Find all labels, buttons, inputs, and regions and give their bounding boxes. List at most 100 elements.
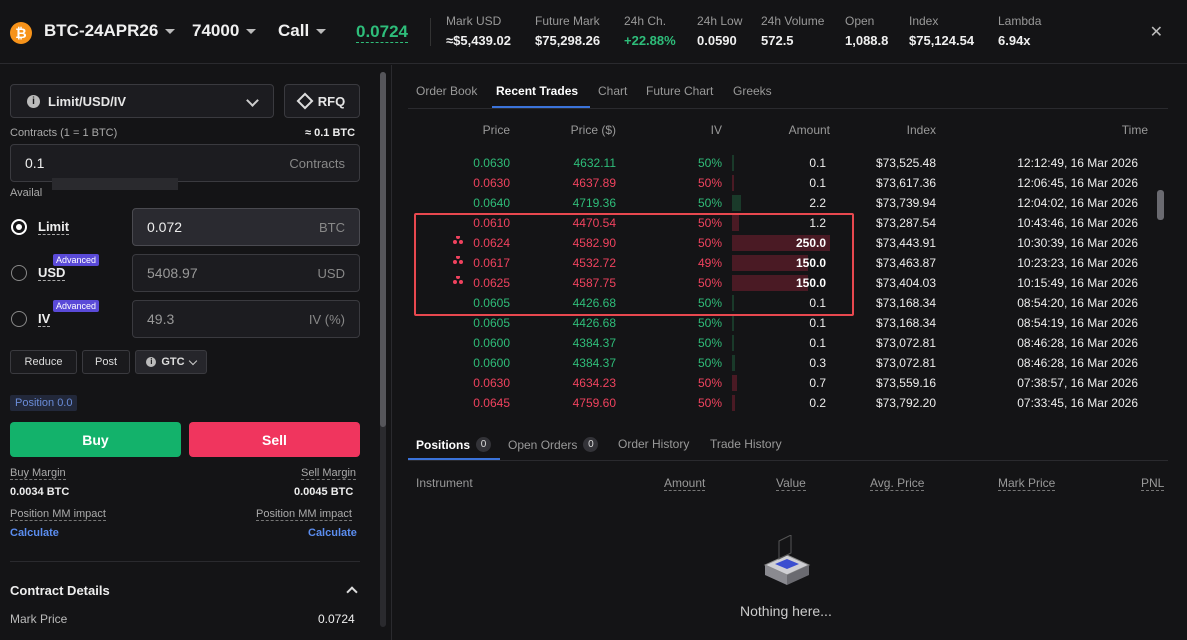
position-badge: Position 0.0 (10, 395, 78, 411)
trade-row[interactable]: 0.0600 4384.37 50% 0.1 $73,072.81 08:46:28, 1… (408, 333, 1158, 353)
time-cell: 12:04:02, 16 Mar 2026 (1017, 196, 1138, 210)
iv-cell: 50% (697, 336, 722, 350)
strike-select[interactable]: 74000 (192, 21, 257, 41)
trade-row[interactable]: 0.0630 4634.23 50% 0.7 $73,559.16 07:38:57, 1… (408, 373, 1158, 393)
limit-price-input[interactable]: 0.072 BTC (132, 208, 360, 246)
price-cell: 0.0600 (473, 356, 510, 370)
left-scrollbar-thumb[interactable] (380, 72, 386, 427)
time-cell: 07:33:45, 16 Mar 2026 (1017, 396, 1138, 410)
trades-tabs: Order Book Recent Trades Chart Future Chart… (408, 80, 1168, 109)
contracts-approx: ≈ 0.1 BTC (305, 127, 356, 139)
left-scrollbar[interactable] (380, 72, 386, 627)
stat-future-mark: Future Mark $75,298.26 (535, 14, 600, 48)
tif-select[interactable]: i GTC (135, 350, 207, 374)
positions-header-pnl: PNL (1141, 476, 1165, 491)
tab-count-badge: 0 (476, 437, 492, 452)
buy-mm-impact-label: Position MM impact (10, 508, 106, 521)
chevron-up-icon[interactable] (346, 586, 358, 598)
empty-message: Nothing here... (740, 603, 832, 619)
positions-header-instrument: Instrument (416, 476, 473, 490)
stat-label: Future Mark (535, 14, 600, 28)
stat-24h-volume: 24h Volume 572.5 (761, 14, 824, 48)
usd-label: USD (38, 265, 66, 281)
instrument-select[interactable]: BTC-24APR26 (44, 21, 176, 41)
rfq-button[interactable]: RFQ (284, 84, 360, 118)
usd-value: 5408.97 (147, 265, 198, 281)
side-label: Call (278, 21, 310, 40)
stat-label: 24h Low (697, 14, 743, 28)
time-cell: 07:38:57, 16 Mar 2026 (1017, 376, 1138, 390)
price-cell: 0.0645 (473, 396, 510, 410)
trade-row[interactable]: 0.0605 4426.68 50% 0.1 $73,168.34 08:54:19, 1… (408, 313, 1158, 333)
limit-radio[interactable] (11, 219, 27, 235)
tab-trade-history[interactable]: Trade History (710, 437, 782, 451)
positions-header-amount: Amount (664, 476, 706, 491)
empty-box-icon (763, 535, 811, 585)
rfq-label: RFQ (317, 93, 346, 109)
sell-button[interactable]: Sell (189, 422, 360, 457)
strike-label: 74000 (192, 21, 240, 40)
tab-open-orders[interactable]: Open Orders 0 (508, 437, 599, 452)
trades-scrollbar[interactable] (1157, 190, 1164, 220)
tab-label: Trade History (710, 437, 782, 451)
side-select[interactable]: Call (278, 21, 327, 41)
contract-details-title: Contract Details (10, 583, 110, 598)
tab-chart[interactable]: Chart (598, 84, 627, 98)
stat-value: 572.5 (761, 33, 794, 48)
stat-24h-low: 24h Low 0.0590 (697, 14, 742, 48)
caret-down-icon (165, 28, 176, 34)
stat-value: 6.94x (998, 33, 1031, 48)
contracts-input[interactable]: 0.1 Contracts (10, 144, 360, 182)
iv-cell: 50% (697, 376, 722, 390)
tab-future-chart[interactable]: Future Chart (646, 84, 713, 98)
stat-value: +22.88% (624, 33, 676, 48)
highlight-box (414, 213, 854, 316)
post-toggle[interactable]: Post (82, 350, 130, 374)
time-cell: 10:43:46, 16 Mar 2026 (1017, 216, 1138, 230)
cube-icon (296, 92, 314, 110)
stat-label: Open (845, 14, 875, 28)
price-cell: 0.0630 (473, 376, 510, 390)
reduce-toggle[interactable]: Reduce (10, 350, 77, 374)
time-cell: 08:46:28, 16 Mar 2026 (1017, 336, 1138, 350)
sell-calculate-link[interactable]: Calculate (308, 527, 357, 539)
tab-order-book[interactable]: Order Book (416, 84, 477, 98)
usd-unit: USD (317, 265, 345, 281)
iv-input[interactable]: 49.3 IV (%) (132, 300, 360, 338)
close-icon[interactable]: ✕ (1150, 22, 1163, 42)
tab-order-history[interactable]: Order History (618, 437, 689, 451)
iv-cell: 50% (697, 316, 722, 330)
bottom-tabs: Positions 0 Open Orders 0 Order History Trade… (408, 432, 1168, 461)
stat-mark-usd: Mark USD ≈$5,439.02 (446, 14, 511, 48)
amount-cell: 0.3 (809, 356, 826, 370)
buy-calculate-link[interactable]: Calculate (10, 527, 59, 539)
tab-greeks[interactable]: Greeks (733, 84, 772, 98)
positions-header-avg-price: Avg. Price (870, 476, 925, 491)
amount-bar (732, 375, 738, 391)
trade-row[interactable]: 0.0640 4719.36 50% 2.2 $73,739.94 12:04:02, 1… (408, 193, 1158, 213)
usd-radio[interactable] (11, 265, 27, 281)
stat-value: ≈$5,439.02 (446, 33, 511, 48)
trade-row[interactable]: 0.0600 4384.37 50% 0.3 $73,072.81 08:46:28, 1… (408, 353, 1158, 373)
amount-cell: 0.1 (809, 156, 826, 170)
info-icon: i (146, 357, 157, 367)
trade-row[interactable]: 0.0645 4759.60 50% 0.2 $73,792.20 07:33:45, 1… (408, 393, 1158, 413)
trade-row[interactable]: 0.0630 4632.11 50% 0.1 $73,525.48 12:12:49, 1… (408, 153, 1158, 173)
amount-bar (732, 335, 734, 351)
index-cell: $73,525.48 (875, 156, 936, 170)
chevron-down-icon (246, 94, 259, 107)
iv-radio[interactable] (11, 311, 27, 327)
usd-price-input[interactable]: 5408.97 USD (132, 254, 360, 292)
tab-label: Order History (618, 437, 690, 451)
trade-row[interactable]: 0.0630 4637.89 50% 0.1 $73,617.36 12:06:45, 1… (408, 173, 1158, 193)
caret-down-icon (316, 28, 327, 34)
tab-recent-trades[interactable]: Recent Trades (496, 84, 578, 98)
time-cell: 12:12:49, 16 Mar 2026 (1017, 156, 1138, 170)
tab-positions[interactable]: Positions 0 (416, 437, 492, 452)
limit-value: 0.072 (147, 219, 183, 235)
index-cell: $73,739.94 (875, 196, 936, 210)
amount-bar (732, 395, 735, 411)
price-usd-cell: 4634.23 (572, 376, 616, 390)
buy-button[interactable]: Buy (10, 422, 181, 457)
order-type-select[interactable]: i Limit/USD/IV (10, 84, 274, 118)
